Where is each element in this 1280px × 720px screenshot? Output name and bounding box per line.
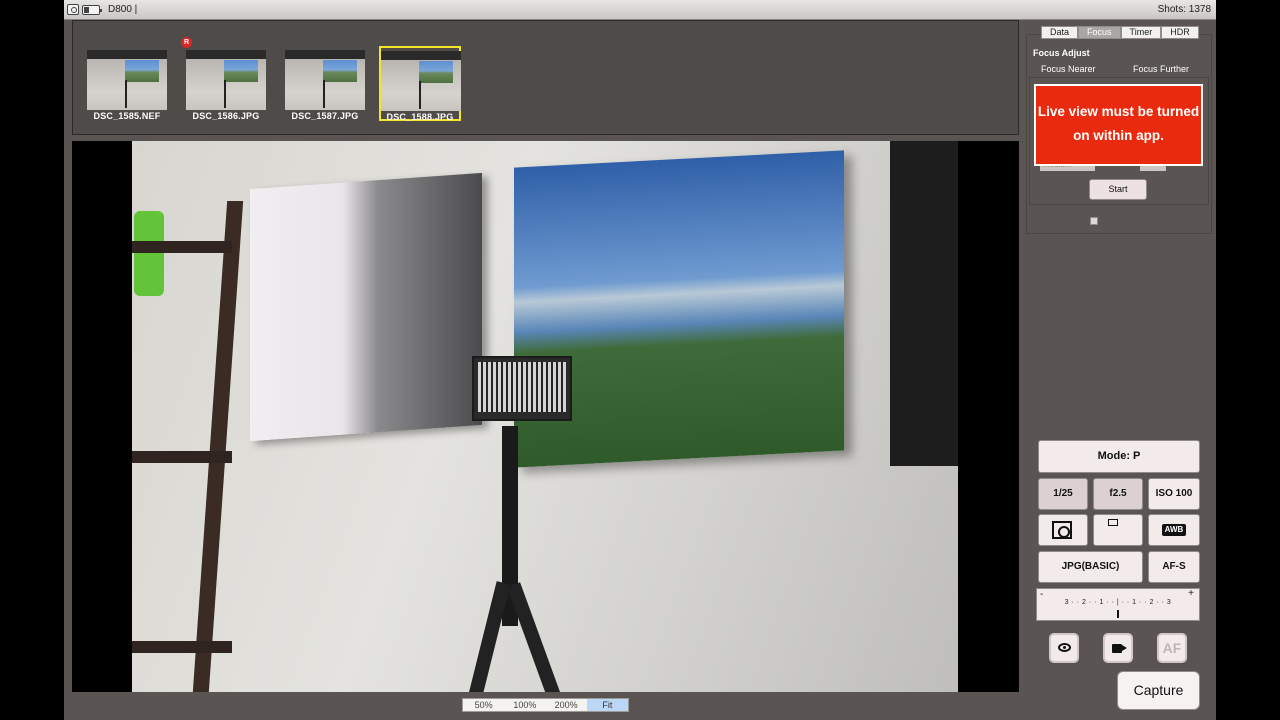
- capture-button[interactable]: Capture: [1117, 671, 1200, 710]
- zoom-200[interactable]: 200%: [546, 699, 587, 711]
- metering-icon: [1052, 521, 1072, 539]
- eye-icon: [1058, 643, 1071, 652]
- awb-icon: AWB: [1162, 524, 1186, 536]
- exposure-scale-ticks: 3 · · 2 · · 1 · · | · · 1 · · 2 · · 3: [1064, 599, 1172, 606]
- white-balance-button[interactable]: AWB: [1148, 514, 1200, 546]
- focus-nearer-label: Focus Nearer: [1041, 64, 1096, 74]
- aperture-button[interactable]: f2.5: [1093, 478, 1143, 510]
- shutter-speed-button[interactable]: 1/25: [1038, 478, 1088, 510]
- image-quality-button[interactable]: JPG(BASIC): [1038, 551, 1143, 583]
- battery-icon: [82, 5, 102, 15]
- live-view-button[interactable]: [1049, 633, 1079, 663]
- image-preview: [72, 141, 1019, 692]
- start-button[interactable]: Start: [1089, 179, 1147, 200]
- thumbnail-item[interactable]: DSC_1587.JPG: [284, 47, 366, 121]
- zoom-selector: 50% 100% 200% Fit: [462, 698, 629, 712]
- exposure-compensation-scale[interactable]: - + 3 · · 2 · · 1 · · | · · 1 · · 2 · · …: [1036, 588, 1200, 621]
- thumbnail-strip: DSC_1585.NEF R DSC_1586.JPG DSC_1587.JPG…: [72, 20, 1019, 135]
- af-label: AF: [1162, 640, 1182, 656]
- metering-button[interactable]: [1038, 514, 1088, 546]
- focus-mode-button[interactable]: AF-S: [1148, 551, 1200, 583]
- thumbnail-label: DSC_1587.JPG: [291, 111, 359, 121]
- thumbnail-image: [87, 50, 167, 110]
- zoom-fit[interactable]: Fit: [586, 699, 628, 711]
- zoom-50[interactable]: 50%: [463, 699, 504, 711]
- iso-button[interactable]: ISO 100: [1148, 478, 1200, 510]
- thumbnail-item[interactable]: DSC_1585.NEF: [86, 47, 168, 121]
- focus-further-label: Focus Further: [1133, 64, 1190, 74]
- thumbnail-item-selected[interactable]: DSC_1588.JPG: [379, 46, 461, 122]
- autofocus-button[interactable]: AF: [1157, 633, 1187, 663]
- tab-timer[interactable]: Timer: [1120, 26, 1162, 39]
- camera-icon: [67, 4, 79, 15]
- release-mode-button[interactable]: [1093, 514, 1143, 546]
- camera-name: D800 |: [108, 4, 138, 15]
- mode-button[interactable]: Mode: P: [1038, 440, 1200, 473]
- exposure-plus: +: [1188, 588, 1194, 599]
- video-camera-icon: [1112, 644, 1122, 653]
- focus-adjust-title: Focus Adjust: [1033, 48, 1090, 58]
- thumbnail-image: [285, 50, 365, 110]
- thumbnail-image: [186, 50, 266, 110]
- movie-button[interactable]: [1103, 633, 1133, 663]
- side-panel: Data Focus Timer HDR Focus Adjust Focus …: [1023, 20, 1216, 720]
- shots-count: Shots: 1378: [1157, 4, 1211, 15]
- tab-data[interactable]: Data: [1041, 26, 1079, 39]
- preview-photo: [132, 141, 958, 692]
- thumbnail-label: DSC_1585.NEF: [93, 111, 161, 121]
- single-frame-icon: [1108, 519, 1118, 526]
- exposure-marker: [1117, 610, 1119, 618]
- option-checkbox[interactable]: [1090, 217, 1098, 225]
- thumbnail-image: [381, 51, 461, 111]
- live-view-alert: Live view must be turned on within app.: [1034, 84, 1203, 166]
- thumbnail-label: DSC_1588.JPG: [386, 112, 454, 122]
- panel-tabs: Data Focus Timer HDR: [1041, 26, 1199, 39]
- title-bar: D800 | Shots: 1378: [64, 0, 1216, 20]
- app-window: D800 | Shots: 1378 DSC_1585.NEF R DSC_15…: [64, 0, 1216, 720]
- zoom-100[interactable]: 100%: [504, 699, 545, 711]
- tab-hdr[interactable]: HDR: [1161, 26, 1199, 39]
- thumbnail-item[interactable]: DSC_1586.JPG: [185, 47, 267, 121]
- tab-focus[interactable]: Focus: [1078, 26, 1121, 39]
- thumbnail-label: DSC_1586.JPG: [192, 111, 260, 121]
